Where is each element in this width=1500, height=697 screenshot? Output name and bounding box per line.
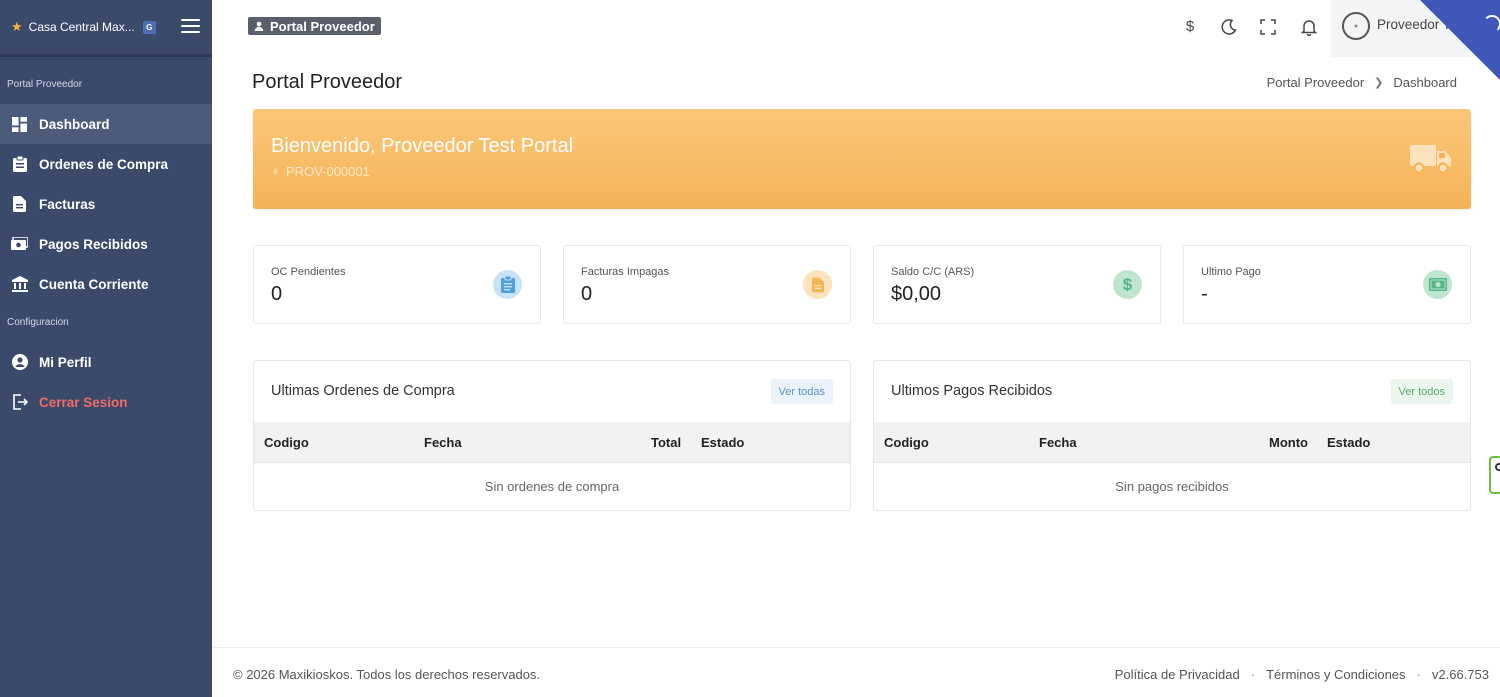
column-header-estado[interactable]: Estado — [1327, 435, 1370, 450]
money-icon — [1423, 270, 1452, 299]
topbar: Portal Proveedor $ ● Proveedor Te — [212, 0, 1500, 80]
stat-value: 0 — [581, 283, 593, 305]
truck-icon — [1410, 142, 1452, 179]
menu-toggle-icon[interactable] — [181, 19, 200, 35]
stat-card-saldo: Saldo C/C (ARS) $0,00 $ — [873, 245, 1161, 324]
sidebar-item-label: Cuenta Corriente — [39, 276, 149, 292]
user-circle-icon — [11, 354, 28, 371]
welcome-title: Bienvenido, Proveedor Test Portal — [271, 135, 574, 157]
brand-badge: G — [142, 20, 156, 34]
supplier-code: # PROV-000001 — [273, 164, 370, 179]
sidebar-item-label: Pagos Recibidos — [39, 236, 148, 252]
stat-card-ultimo-pago: Ultimo Pago - — [1183, 245, 1471, 324]
payments-panel-title: Ultimos Pagos Recibidos — [891, 383, 1053, 399]
column-header-estado[interactable]: Estado — [701, 435, 744, 450]
dollar-icon[interactable]: $ — [1180, 16, 1200, 36]
orders-panel: Ultimas Ordenes de Compra Ver todas Codi… — [253, 360, 851, 511]
column-header-fecha[interactable]: Fecha — [1039, 435, 1077, 450]
logout-icon — [11, 394, 28, 411]
sidebar-item-cuenta-corriente[interactable]: Cuenta Corriente — [0, 264, 212, 304]
breadcrumb-item-dashboard: Dashboard — [1393, 75, 1457, 90]
document-icon — [803, 270, 832, 299]
nav-section-config: Configuracion — [7, 317, 69, 328]
fullscreen-icon[interactable] — [1258, 17, 1278, 37]
column-header-fecha[interactable]: Fecha — [424, 435, 462, 450]
chevron-right-icon: ❯ — [1374, 77, 1384, 89]
dashboard-icon — [11, 116, 28, 133]
sidebar-item-label: Cerrar Sesion — [39, 394, 128, 410]
sidebar-item-pagos-recibidos[interactable]: Pagos Recibidos — [0, 224, 212, 264]
user-icon — [254, 19, 264, 34]
orders-table-header: Codigo Fecha Total Estado — [254, 422, 850, 463]
star-icon: ★ — [11, 19, 23, 34]
breadcrumb-item-portal[interactable]: Portal Proveedor — [1267, 75, 1365, 90]
separator: · — [1250, 667, 1256, 682]
orders-empty-message: Sin ordenes de compra — [484, 479, 620, 494]
welcome-banner: Bienvenido, Proveedor Test Portal # PROV… — [253, 109, 1471, 209]
sidebar-item-label: Facturas — [39, 196, 96, 212]
portal-badge[interactable]: Portal Proveedor — [248, 17, 381, 35]
page-title: Portal Proveedor — [252, 71, 403, 93]
terms-link[interactable]: Términos y Condiciones — [1266, 667, 1405, 682]
stat-value: - — [1201, 283, 1208, 305]
column-header-codigo[interactable]: Codigo — [884, 435, 929, 450]
footer-links: Política de Privacidad · Términos y Cond… — [1115, 667, 1489, 682]
stat-card-oc-pendientes: OC Pendientes 0 — [253, 245, 541, 324]
floating-widget[interactable] — [1489, 456, 1500, 494]
user-menu[interactable]: ● Proveedor Te — [1331, 0, 1500, 80]
portal-badge-label: Portal Proveedor — [270, 18, 375, 34]
copyright: © 2026 Maxikioskos. Todos los derechos r… — [233, 667, 541, 682]
separator: · — [1416, 667, 1421, 682]
sidebar-item-dashboard[interactable]: Dashboard — [0, 104, 212, 144]
sidebar-item-ordenes-de-compra[interactable]: Ordenes de Compra — [0, 144, 212, 184]
view-all-orders-button[interactable]: Ver todas — [770, 379, 833, 404]
privacy-link[interactable]: Política de Privacidad — [1115, 667, 1240, 682]
column-header-monto[interactable]: Monto — [1269, 435, 1308, 450]
stat-value: 0 — [271, 283, 283, 305]
version-label: v2.66.753 — [1431, 667, 1489, 682]
stat-card-facturas-impagas: Facturas Impagas 0 — [563, 245, 851, 324]
sidebar: ★ Casa Central Max... G Portal Proveedor… — [0, 0, 212, 697]
sidebar-item-facturas[interactable]: Facturas — [0, 184, 212, 224]
stat-label: Ultimo Pago — [1201, 266, 1261, 278]
orders-panel-title: Ultimas Ordenes de Compra — [271, 383, 455, 399]
stat-label: Saldo C/C (ARS) — [891, 266, 975, 278]
money-icon — [11, 236, 28, 253]
view-all-payments-button[interactable]: Ver todos — [1390, 379, 1453, 404]
bank-icon — [11, 276, 28, 293]
brand-name: Casa Central Max... — [28, 20, 135, 34]
stat-value: $0,00 — [891, 283, 942, 305]
sidebar-item-mi-perfil[interactable]: Mi Perfil — [0, 342, 212, 382]
bell-icon[interactable] — [1299, 17, 1319, 37]
sidebar-item-label: Ordenes de Compra — [39, 156, 169, 172]
main-content: Portal Proveedor Portal Proveedor ❯ Dash… — [212, 57, 1500, 647]
footer: © 2026 Maxikioskos. Todos los derechos r… — [212, 647, 1500, 697]
payments-panel: Ultimos Pagos Recibidos Ver todos Codigo… — [873, 360, 1471, 511]
column-header-codigo[interactable]: Codigo — [264, 435, 309, 450]
nav-section-portal: Portal Proveedor — [7, 79, 83, 90]
sidebar-item-label: Dashboard — [39, 116, 110, 132]
clipboard-icon — [493, 270, 522, 299]
dollar-icon: $ — [1113, 270, 1142, 299]
sidebar-item-cerrar-sesion[interactable]: Cerrar Sesion — [0, 382, 212, 422]
hash-icon: # — [273, 166, 279, 177]
loading-spinner-icon — [1483, 15, 1500, 33]
breadcrumb: Portal Proveedor ❯ Dashboard — [1267, 75, 1457, 90]
avatar: ● — [1342, 12, 1370, 40]
stat-label: OC Pendientes — [271, 266, 346, 278]
payments-empty-message: Sin pagos recibidos — [1115, 479, 1229, 494]
payments-table-header: Codigo Fecha Monto Estado — [874, 422, 1470, 463]
column-header-total[interactable]: Total — [651, 435, 681, 450]
stat-label: Facturas Impagas — [581, 266, 670, 278]
clipboard-icon — [11, 156, 28, 173]
document-icon — [11, 196, 28, 213]
supplier-code-value: PROV-000001 — [286, 164, 370, 179]
sidebar-item-label: Mi Perfil — [39, 354, 92, 370]
dark-mode-icon[interactable] — [1219, 17, 1239, 37]
